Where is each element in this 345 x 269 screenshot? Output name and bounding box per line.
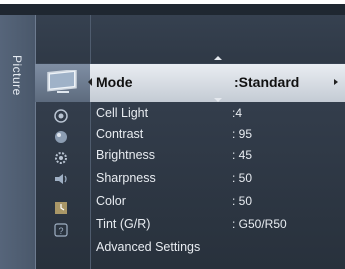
menu-item-label: Color xyxy=(96,194,126,208)
gear-icon[interactable] xyxy=(52,150,70,166)
picture-tv-icon xyxy=(47,70,77,93)
menu-item-contrast[interactable]: Contrast : 95 xyxy=(90,125,345,145)
tv-menu-screen: Picture Mode :Standard ? Cell Light:4 C… xyxy=(0,0,345,269)
menu-item-label: Advanced Settings xyxy=(96,240,201,254)
scroll-up-icon[interactable] xyxy=(214,56,222,60)
sphere-icon[interactable] xyxy=(52,129,70,145)
menu-item-tint[interactable]: Tint (G/R) : G50/R50 xyxy=(90,215,345,235)
side-tab[interactable]: Picture xyxy=(0,15,36,269)
menu-item-label: Tint (G/R) xyxy=(96,217,151,231)
menu-item-advanced-settings[interactable]: Advanced Settings xyxy=(90,238,345,258)
menu-item-value: : 45 xyxy=(232,148,253,162)
timer-icon[interactable] xyxy=(52,200,70,216)
speaker-icon[interactable] xyxy=(52,171,70,187)
header-area xyxy=(35,15,345,63)
menu-item-color[interactable]: Color : 50 xyxy=(90,192,345,212)
side-tab-label: Picture xyxy=(10,55,24,96)
menu-item-label: Brightness xyxy=(96,148,156,162)
svg-text:?: ? xyxy=(58,226,63,236)
top-bar xyxy=(0,4,345,15)
menu-item-value: : 50 xyxy=(232,171,253,185)
menu-item-value: :Standard xyxy=(234,74,300,90)
left-arrow-icon xyxy=(88,78,92,86)
scroll-down-icon[interactable] xyxy=(214,98,222,102)
help-icon[interactable]: ? xyxy=(52,222,70,238)
menu-item-value: : 50 xyxy=(232,194,253,208)
menu-item-label: Mode xyxy=(96,74,133,90)
menu-item-value: : G50/R50 xyxy=(232,217,287,231)
menu-item-brightness[interactable]: Brightness : 45 xyxy=(90,146,345,166)
menu-item-value: : 95 xyxy=(232,127,253,141)
menu-item-cell-light[interactable]: Cell Light :4 xyxy=(90,104,345,124)
menu-item-label: Contrast xyxy=(96,127,144,141)
circle-icon[interactable] xyxy=(52,108,70,124)
menu-item-mode[interactable]: Mode :Standard xyxy=(88,64,345,102)
right-arrow-icon xyxy=(334,79,338,85)
menu-item-sharpness[interactable]: Sharpness : 50 xyxy=(90,169,345,189)
menu-item-value: :4 xyxy=(232,106,243,120)
menu-item-label: Cell Light xyxy=(96,106,149,120)
menu-item-label: Sharpness xyxy=(96,171,156,185)
